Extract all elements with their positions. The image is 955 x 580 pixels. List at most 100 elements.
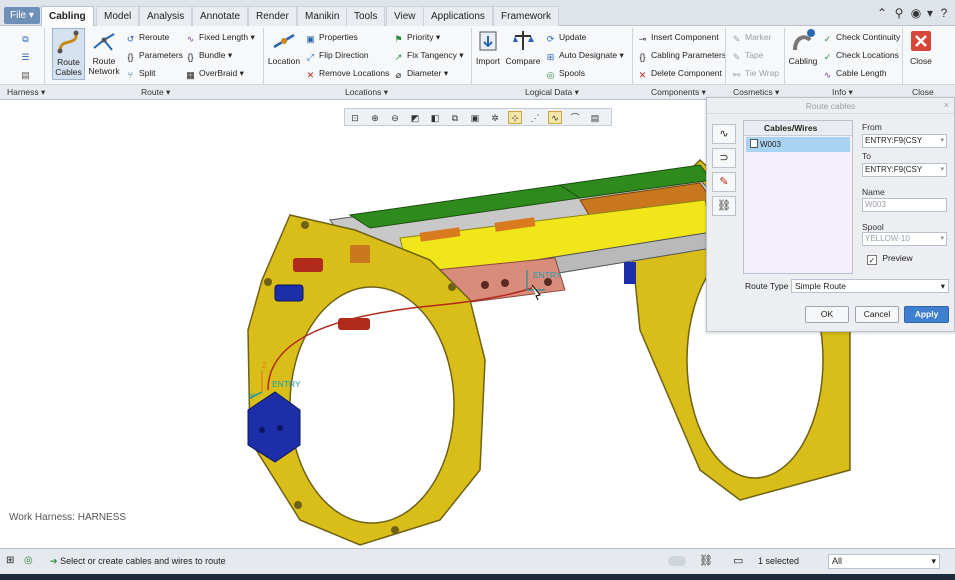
tab-applications[interactable]: Applications xyxy=(423,6,493,26)
diameter-button[interactable]: ⌀ Diameter ▾ xyxy=(393,66,448,80)
insert-component-button[interactable]: ⊸ Insert Component xyxy=(637,30,719,44)
spools-button[interactable]: ◎ Spools xyxy=(545,66,585,80)
group-logical-data[interactable]: Logical Data ▾ xyxy=(525,87,579,98)
display-style-icon[interactable]: ◧ xyxy=(428,111,442,124)
priority-button[interactable]: ⚑ Priority ▾ xyxy=(393,30,440,44)
annotation-display-icon[interactable]: ▤ xyxy=(588,111,602,124)
tie-wrap-button[interactable]: ⚯ Tie Wrap xyxy=(731,66,779,80)
new-cable-icon[interactable]: ∿ xyxy=(712,124,736,144)
axis-z-label: Z xyxy=(262,360,268,370)
tab-cabling[interactable]: Cabling xyxy=(41,6,94,27)
browser-toggle-icon[interactable]: ◎ xyxy=(24,555,36,567)
tape-icon: ✎ xyxy=(732,52,741,62)
ok-button[interactable]: OK xyxy=(805,306,849,323)
group-locations[interactable]: Locations ▾ xyxy=(345,87,388,98)
apply-button[interactable]: Apply xyxy=(904,306,949,323)
tab-render[interactable]: Render xyxy=(248,6,297,26)
filter-select[interactable]: All ▾ xyxy=(828,554,940,569)
route-cables-button[interactable]: Route Cables xyxy=(52,28,85,80)
datum-display-icon[interactable]: ✲ xyxy=(488,111,502,124)
tie-wrap-icon: ⚯ xyxy=(732,70,741,80)
import-button[interactable]: Import xyxy=(474,28,502,80)
window-bottom-edge xyxy=(0,574,955,580)
list-item[interactable]: W003 xyxy=(746,137,850,152)
harness-create-button[interactable]: ⧉ xyxy=(20,30,34,44)
zoom-out-icon[interactable]: ⊖ xyxy=(388,111,402,124)
cabling-parameters-button[interactable]: {} Cabling Parameters xyxy=(637,48,726,62)
zoom-in-icon[interactable]: ⊕ xyxy=(368,111,382,124)
to-field[interactable]: ENTRY:F9(CSY ▾ xyxy=(862,163,947,177)
harness-table-button[interactable]: ▤ xyxy=(20,66,34,80)
harness-display-icon[interactable]: ⌒ xyxy=(568,111,582,124)
check-locations-button[interactable]: ✓ Check Locations xyxy=(822,48,899,62)
table-icon: ▤ xyxy=(21,70,30,80)
auto-designate-icon: ⊞ xyxy=(546,52,555,62)
dialog-close-icon[interactable]: × xyxy=(944,100,949,110)
help-center-icon[interactable]: ◉ xyxy=(909,6,923,20)
point-display-icon[interactable]: ⋰ xyxy=(528,111,542,124)
find-icon[interactable]: ⛓ xyxy=(699,554,713,567)
entry-label-left: ENTRY xyxy=(272,379,301,389)
delete-cable-icon[interactable]: ✎ xyxy=(712,172,736,192)
cable-length-button[interactable]: ∿ Cable Length xyxy=(822,66,887,80)
collapse-ribbon-icon[interactable]: ⌃ xyxy=(875,6,889,20)
tab-model[interactable]: Model xyxy=(96,6,140,26)
tab-analysis[interactable]: Analysis xyxy=(139,6,193,26)
model-tree-toggle-icon[interactable]: ⊞ xyxy=(6,555,18,567)
cable-display-icon[interactable]: ∿ xyxy=(548,111,562,124)
preview-checkbox[interactable]: ✓ Preview xyxy=(867,253,913,265)
view-manager-icon[interactable]: ▣ xyxy=(468,111,482,124)
saved-views-icon[interactable]: ⧉ xyxy=(448,111,462,124)
harness-list-button[interactable]: ☰ xyxy=(20,48,34,62)
tab-manikin[interactable]: Manikin xyxy=(297,6,348,26)
group-harness[interactable]: Harness ▾ xyxy=(7,87,45,98)
tab-annotate[interactable]: Annotate xyxy=(192,6,249,26)
tab-tools[interactable]: Tools xyxy=(346,6,386,26)
search-icon[interactable]: ⚲ xyxy=(892,6,906,20)
route-type-select[interactable]: Simple Route ▾ xyxy=(791,279,949,293)
cancel-button[interactable]: Cancel xyxy=(855,306,899,323)
spool-select[interactable]: YELLOW-10 ▾ xyxy=(862,232,947,246)
group-route[interactable]: Route ▾ xyxy=(141,87,170,98)
route-network-button[interactable]: Route Network xyxy=(87,28,121,80)
close-button[interactable]: Close xyxy=(906,28,936,80)
tab-view[interactable]: View xyxy=(386,6,424,26)
csys-display-icon[interactable]: ⊹ xyxy=(508,111,522,124)
marker-button[interactable]: ✎ Marker xyxy=(731,30,772,44)
parameters-button[interactable]: {} Parameters xyxy=(125,48,182,62)
cabling-info-button[interactable]: Cabling xyxy=(787,28,819,80)
group-components[interactable]: Components ▾ xyxy=(651,87,706,98)
new-wire-icon[interactable]: ⊃ xyxy=(712,148,736,168)
properties-button[interactable]: ▣ Properties xyxy=(305,30,358,44)
check-continuity-button[interactable]: ✓ Check Continuity xyxy=(822,30,901,44)
cables-wires-list[interactable]: Cables/Wires W003 xyxy=(743,120,853,274)
dropdown-icon[interactable]: ▾ xyxy=(923,6,937,20)
reroute-button[interactable]: ↺ Reroute xyxy=(125,30,170,44)
file-menu[interactable]: File ▾ xyxy=(4,7,40,24)
fixed-length-button[interactable]: ∿ Fixed Length ▾ xyxy=(185,30,255,44)
route-cables-icon xyxy=(57,30,78,54)
flip-direction-button[interactable]: ⤢ Flip Direction xyxy=(305,48,369,62)
name-field[interactable]: W003 xyxy=(862,198,947,212)
route-type-label: Route Type xyxy=(745,281,789,291)
overbraid-icon: ▦ xyxy=(186,70,195,80)
update-button[interactable]: ⟳ Update xyxy=(545,30,587,44)
delete-component-button[interactable]: ✕ Delete Component xyxy=(637,66,722,80)
help-icon[interactable]: ? xyxy=(937,6,951,20)
selection-icon[interactable]: ▭ xyxy=(733,554,743,567)
auto-designate-button[interactable]: ⊞ Auto Designate ▾ xyxy=(545,48,624,62)
overbraid-button[interactable]: ▦ OverBraid ▾ xyxy=(185,66,244,80)
bundle-button[interactable]: {} Bundle ▾ xyxy=(185,48,232,62)
remove-locations-button[interactable]: ✕ Remove Locations xyxy=(305,66,390,80)
location-button[interactable]: Location xyxy=(266,28,302,80)
tab-framework[interactable]: Framework xyxy=(493,6,560,26)
repaint-icon[interactable]: ◩ xyxy=(408,111,422,124)
compare-button[interactable]: Compare xyxy=(504,28,542,80)
tape-button[interactable]: ✎ Tape xyxy=(731,48,764,62)
fix-tangency-button[interactable]: ↗ Fix Tangency ▾ xyxy=(393,48,464,62)
find-cable-icon[interactable]: ⛓ xyxy=(712,196,736,216)
split-button[interactable]: ⑂ Split xyxy=(125,66,156,80)
regen-indicator[interactable] xyxy=(668,556,686,566)
refit-icon[interactable]: ⊡ xyxy=(348,111,362,124)
from-field[interactable]: ENTRY:F9(CSY ▾ xyxy=(862,134,947,148)
